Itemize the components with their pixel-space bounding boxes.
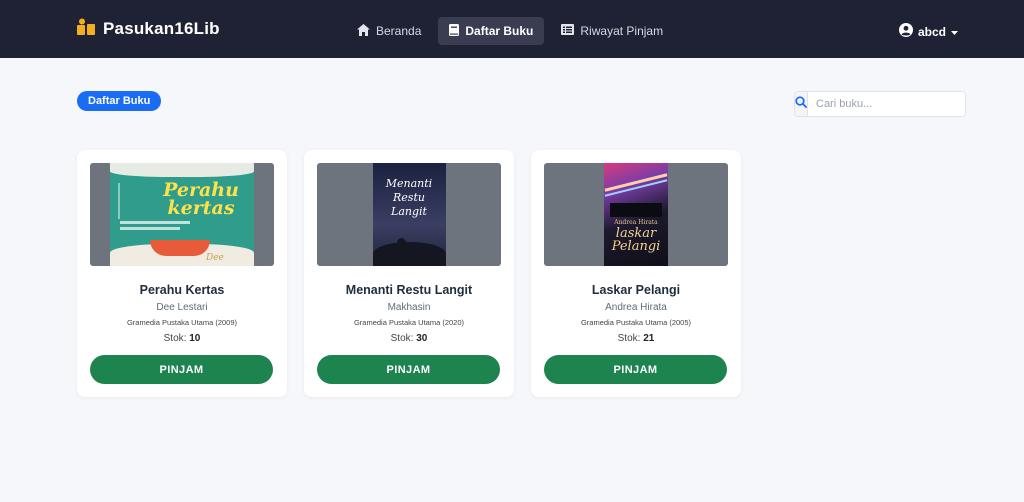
brand[interactable]: Pasukan16Lib bbox=[77, 18, 220, 40]
stock-value: 21 bbox=[643, 333, 655, 344]
book-author: Andrea Hirata bbox=[605, 302, 667, 313]
library-icon bbox=[77, 18, 95, 40]
main-nav: Beranda Daftar Buku Riwayat Pinjam bbox=[346, 17, 674, 45]
brand-title: Pasukan16Lib bbox=[103, 19, 220, 38]
book-card: Menanti Restu Langit Menanti Restu Langi… bbox=[304, 150, 514, 397]
search-input[interactable] bbox=[808, 92, 965, 116]
cover-author: Dee bbox=[206, 253, 224, 263]
search-button[interactable] bbox=[795, 92, 808, 116]
nav-item-daftar-buku[interactable]: Daftar Buku bbox=[438, 17, 545, 45]
stock-label: Stok: bbox=[390, 333, 414, 344]
borrow-button[interactable]: PINJAM bbox=[90, 355, 273, 384]
book-cover-frame: Andrea Hirata laskar Pelangi bbox=[544, 163, 728, 266]
user-name: abcd bbox=[917, 24, 946, 39]
nav-label: Daftar Buku bbox=[465, 24, 534, 38]
book-author: Makhasin bbox=[387, 302, 431, 313]
book-list: Perahu kertas Dee Perahu Kertas Dee Lest… bbox=[77, 150, 741, 397]
cover-title: Perahu kertas bbox=[163, 179, 239, 219]
book-publisher: Gramedia Pustaka Utama (2005) bbox=[580, 318, 692, 327]
book-cover-image: Andrea Hirata laskar Pelangi bbox=[604, 163, 668, 266]
navbar: Pasukan16Lib Beranda Daftar Buku Riwayat… bbox=[0, 0, 1024, 58]
book-cover-image: Menanti Restu Langit bbox=[372, 163, 446, 266]
nav-item-beranda[interactable]: Beranda bbox=[346, 17, 432, 45]
book-card: Perahu kertas Dee Perahu Kertas Dee Lest… bbox=[77, 150, 287, 397]
book-publisher: Gramedia Pustaka Utama (2009) bbox=[126, 318, 238, 327]
cover-author: Andrea Hirata bbox=[614, 219, 658, 226]
book-stock: Stok: 30 bbox=[304, 333, 514, 344]
stock-value: 10 bbox=[189, 333, 201, 344]
page-badge: Daftar Buku bbox=[77, 91, 162, 111]
home-icon bbox=[357, 23, 370, 39]
book-cover-frame: Menanti Restu Langit bbox=[317, 163, 501, 266]
stock-label: Stok: bbox=[617, 333, 641, 344]
book-author: Dee Lestari bbox=[156, 302, 208, 313]
book-publisher: Gramedia Pustaka Utama (2020) bbox=[353, 318, 465, 327]
borrow-button[interactable]: PINJAM bbox=[544, 355, 727, 384]
book-title: Menanti Restu Langit bbox=[345, 283, 473, 297]
book-cover-frame: Perahu kertas Dee bbox=[90, 163, 274, 266]
borrow-button[interactable]: PINJAM bbox=[317, 355, 500, 384]
caret-down-icon bbox=[951, 25, 958, 39]
book-stock: Stok: 10 bbox=[77, 333, 287, 344]
stock-label: Stok: bbox=[163, 333, 187, 344]
user-avatar-icon bbox=[898, 23, 913, 40]
cover-title: laskar Pelangi bbox=[611, 226, 661, 254]
book-title: Perahu Kertas bbox=[139, 283, 225, 297]
book-title: Laskar Pelangi bbox=[591, 283, 681, 297]
book-stock: Stok: 21 bbox=[531, 333, 741, 344]
stock-value: 30 bbox=[416, 333, 428, 344]
book-card: Andrea Hirata laskar Pelangi Laskar Pela… bbox=[531, 150, 741, 397]
list-icon bbox=[561, 24, 575, 38]
book-icon bbox=[449, 23, 460, 39]
nav-item-riwayat-pinjam[interactable]: Riwayat Pinjam bbox=[550, 17, 674, 45]
search-box bbox=[794, 91, 966, 117]
nav-label: Riwayat Pinjam bbox=[580, 24, 664, 38]
user-menu[interactable]: abcd bbox=[898, 23, 958, 40]
cover-title: Menanti Restu Langit bbox=[385, 177, 433, 218]
search-icon bbox=[795, 95, 807, 113]
book-cover-image: Perahu kertas Dee bbox=[110, 163, 254, 266]
nav-label: Beranda bbox=[376, 24, 422, 38]
